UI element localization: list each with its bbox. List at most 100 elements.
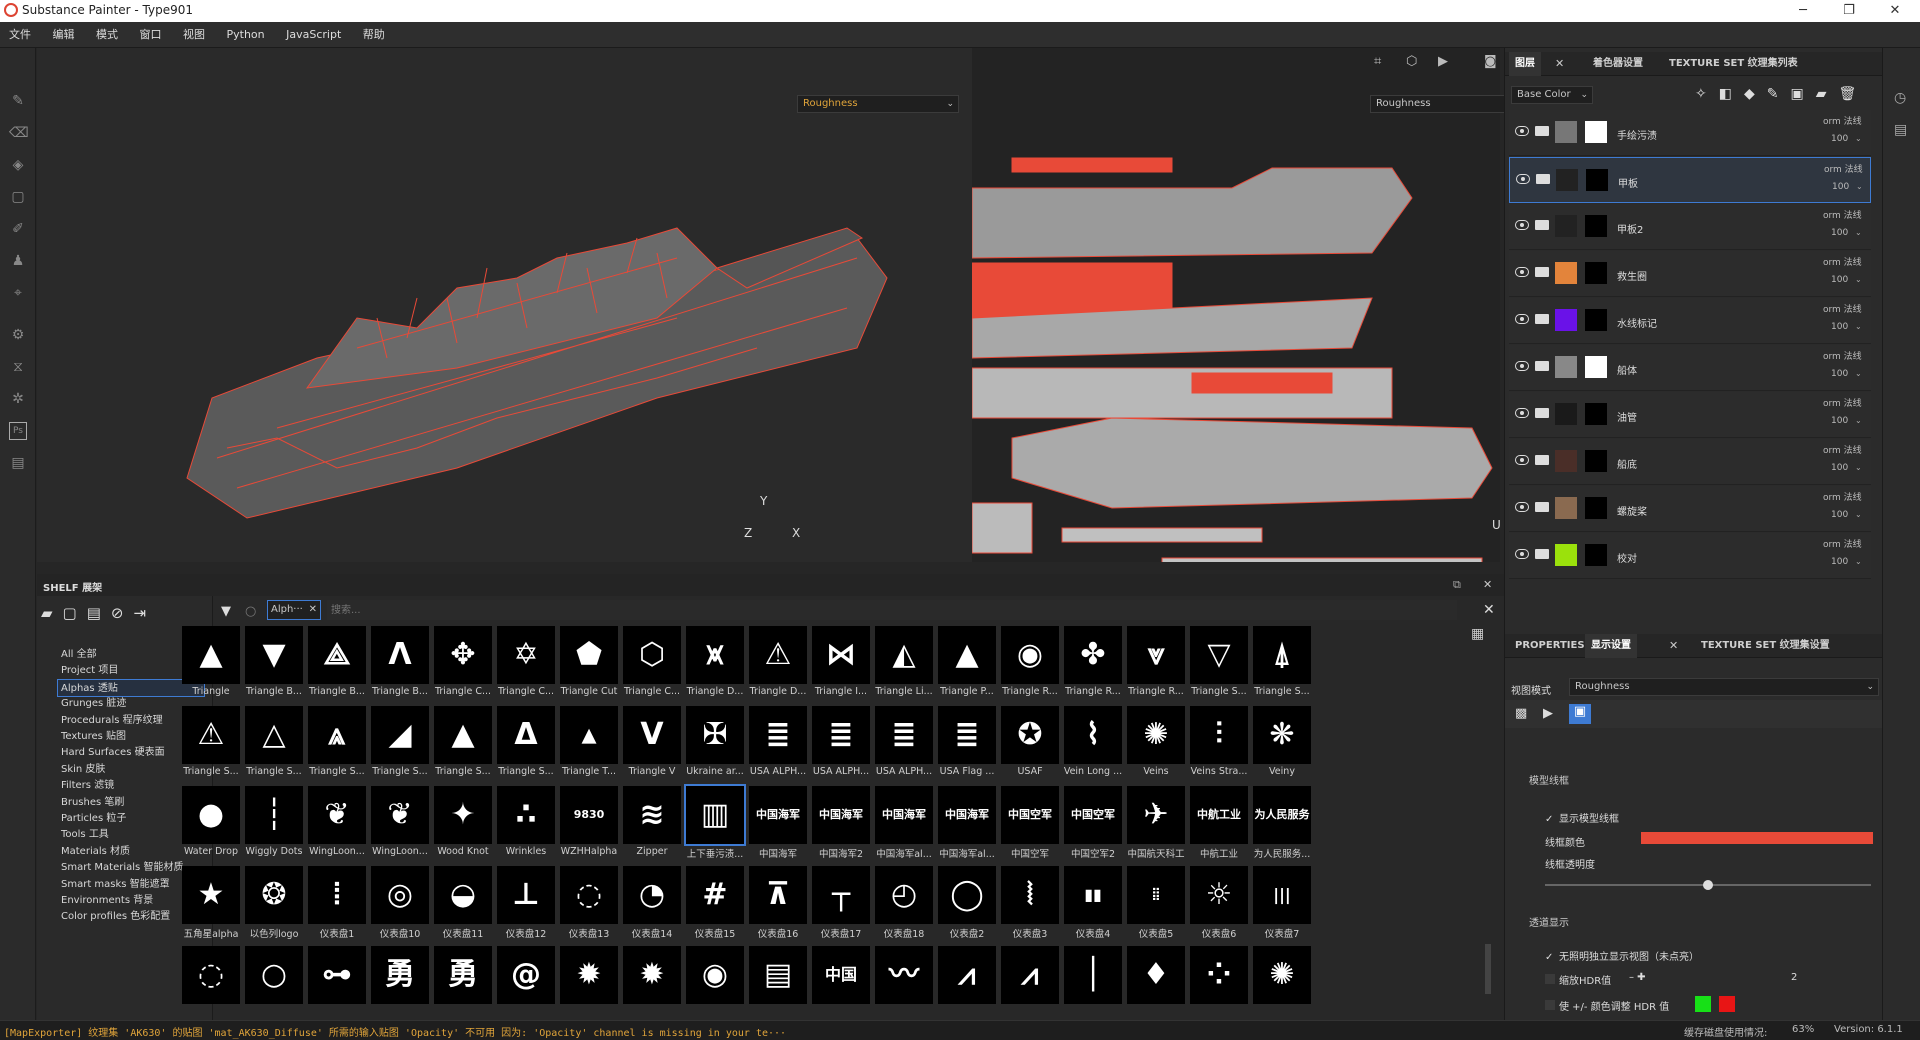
settings-icon[interactable]: ✲ xyxy=(9,390,27,408)
layer-blend-mode[interactable]: orm 法线 xyxy=(1823,537,1862,550)
shelf-resource-tile[interactable]: 中国空军 中国空军2 xyxy=(1063,786,1123,862)
layer-row[interactable]: 水线标记 orm 法线 100 ⌄ xyxy=(1509,298,1871,344)
shelf-resource-tile[interactable]: ● Water Drop xyxy=(181,786,241,862)
layer-opacity[interactable]: 100 xyxy=(1831,557,1848,567)
shelf-resource-tile[interactable]: ✡ Triangle C... xyxy=(496,626,556,702)
chevron-down-icon[interactable]: ⌄ xyxy=(1855,369,1862,378)
shelf-resource-tile[interactable]: ⩔ Triangle R... xyxy=(1126,626,1186,702)
layer-blend-mode[interactable]: orm 法线 xyxy=(1824,162,1863,175)
add-paint-layer-icon[interactable]: ✎ xyxy=(1767,86,1791,102)
polygon-fill-icon[interactable]: ▢ xyxy=(9,188,27,206)
layer-row[interactable]: 船底 orm 法线 100 ⌄ xyxy=(1509,439,1871,485)
shelf-resource-tile[interactable]: ✹ xyxy=(559,946,619,1020)
shelf-resource-tile[interactable]: ◉ Triangle R... xyxy=(1000,626,1060,702)
visibility-eye-icon[interactable] xyxy=(1515,361,1529,371)
layer-mask-thumbnail[interactable] xyxy=(1586,169,1608,191)
unlit-checkbox[interactable]: ✓ 无照明独立显示视图（未点亮） xyxy=(1545,948,1699,963)
layer-thumbnail[interactable] xyxy=(1555,121,1577,143)
close-icon[interactable]: ✕ xyxy=(1555,57,1564,70)
close-icon[interactable]: ✕ xyxy=(1483,578,1492,591)
shelf-resource-tile[interactable]: ⩙ Triangle D... xyxy=(685,626,745,702)
shelf-resource-tile[interactable]: Λ Triangle B... xyxy=(370,626,430,702)
tab-texture-set-list[interactable]: TEXTURE SET 纹理集列表 xyxy=(1663,52,1804,76)
layer-row[interactable]: 校对 orm 法线 100 ⌄ xyxy=(1509,533,1871,579)
layer-opacity[interactable]: 100 xyxy=(1831,228,1848,238)
shelf-resource-tile[interactable]: ⚠ Triangle D... xyxy=(748,626,808,702)
shelf-resource-tile[interactable]: ▲ Triangle P... xyxy=(937,626,997,702)
shelf-resource-tile[interactable]: ✹ xyxy=(622,946,682,1020)
chevron-down-icon[interactable]: ⌄ xyxy=(1855,228,1862,237)
visibility-eye-icon[interactable] xyxy=(1515,549,1529,559)
close-icon[interactable]: ✕ xyxy=(1669,639,1678,652)
shelf-resource-tile[interactable]: ⩘ xyxy=(937,946,997,1020)
viewer-settings-icon[interactable]: ▣ xyxy=(1569,704,1591,724)
menu-file[interactable]: 文件 xyxy=(0,22,40,48)
shelf-resource-tile[interactable]: 中国海军 中国海军2 xyxy=(811,786,871,862)
shelf-resource-tile[interactable]: 中航工业 中航工业 xyxy=(1189,786,1249,862)
shelf-resource-tile[interactable]: 中国 xyxy=(811,946,871,1020)
shelf-resource-tile[interactable]: ❦ WingLoon... xyxy=(307,786,367,862)
menu-mode[interactable]: 模式 xyxy=(87,22,127,48)
visibility-eye-icon[interactable] xyxy=(1516,174,1530,184)
shelf-resource-tile[interactable]: Δ Triangle S... xyxy=(496,706,556,782)
import-icon[interactable]: ⇥ xyxy=(134,604,157,622)
chevron-down-icon[interactable]: ⌄ xyxy=(1855,557,1862,566)
tab-texture-set-settings[interactable]: TEXTURE SET 纹理集设置 xyxy=(1695,634,1836,658)
wire-opacity-slider[interactable] xyxy=(1545,880,1871,890)
environment-icon[interactable]: ▩ xyxy=(1515,706,1527,721)
shelf-resource-tile[interactable]: ▼ Triangle B... xyxy=(244,626,304,702)
visibility-eye-icon[interactable] xyxy=(1515,314,1529,324)
viewport-3d[interactable]: Roughness ⌄ xyxy=(37,48,972,562)
add-fill-layer-icon[interactable]: ◆ xyxy=(1744,86,1767,102)
layer-thumbnail[interactable] xyxy=(1555,497,1577,519)
document-icon[interactable]: ▤ xyxy=(9,454,27,472)
shelf-resource-tile[interactable]: ⦚ 仪表盘3 xyxy=(1000,866,1060,942)
shelf-resource-tile[interactable]: ⦙ 仪表盘1 xyxy=(307,866,367,942)
layer-mask-thumbnail[interactable] xyxy=(1585,309,1607,331)
shelf-resource-tile[interactable]: 中国海军 中国海军al... xyxy=(937,786,997,862)
shelf-resource-tile[interactable]: ✦ Wood Knot xyxy=(433,786,493,862)
shelf-resource-tile[interactable]: ┬ 仪表盘17 xyxy=(811,866,871,942)
circle-toggle-icon[interactable]: ○ xyxy=(245,604,256,619)
chevron-down-icon[interactable]: ⌄ xyxy=(1855,134,1862,143)
eraser-icon[interactable]: ⌫ xyxy=(9,124,29,142)
shelf-resource-tile[interactable]: V Triangle V xyxy=(622,706,682,782)
shelf-resource-tile[interactable]: ⬟ Triangle Cut xyxy=(559,626,619,702)
layer-opacity[interactable]: 100 xyxy=(1832,182,1849,192)
shelf-resource-tile[interactable]: ◎ 仪表盘10 xyxy=(370,866,430,942)
history-icon[interactable]: ◷ xyxy=(1894,90,1906,106)
shelf-resource-tile[interactable]: ⋈ Triangle I... xyxy=(811,626,871,702)
tab-layers[interactable]: 图层 xyxy=(1509,52,1541,76)
layer-mask-thumbnail[interactable] xyxy=(1585,497,1607,519)
shelf-resource-tile[interactable]: @ xyxy=(496,946,556,1020)
shelf-resource-tile[interactable]: ▥ 上下垂污渍... xyxy=(684,784,746,862)
menu-window[interactable]: 窗口 xyxy=(131,22,171,48)
photoshop-icon[interactable]: Ps xyxy=(9,422,27,440)
shelf-resource-tile[interactable]: ✤ Triangle R... xyxy=(1063,626,1123,702)
shelf-resource-tile[interactable]: 中国海军 中国海军 xyxy=(748,786,808,862)
filter-chip[interactable]: Alph··· ✕ xyxy=(267,600,321,620)
shelf-resource-tile[interactable]: ◢ Triangle S... xyxy=(370,706,430,782)
visibility-eye-icon[interactable] xyxy=(1515,126,1529,136)
shelf-resource-tile[interactable]: ▮▮ 仪表盘4 xyxy=(1063,866,1123,942)
shelf-resource-tile[interactable]: ★ 五角星alpha xyxy=(181,866,241,942)
shelf-resource-tile[interactable]: 中国海军 中国海军al... xyxy=(874,786,934,862)
shelf-resource-tile[interactable]: ▽ Triangle S... xyxy=(1189,626,1249,702)
layer-mask-thumbnail[interactable] xyxy=(1585,215,1607,237)
shelf-search-input[interactable] xyxy=(327,600,1457,620)
shelf-resource-tile[interactable]: ✥ Triangle C... xyxy=(433,626,493,702)
shelf-resource-tile[interactable]: ⦙⦙ 仪表盘5 xyxy=(1126,866,1186,942)
layer-blend-mode[interactable]: orm 法线 xyxy=(1823,114,1862,127)
shelf-resource-tile[interactable]: ⁘ xyxy=(1189,946,1249,1020)
smudge-icon[interactable]: ✐ xyxy=(9,220,27,238)
layer-thumbnail[interactable] xyxy=(1555,544,1577,566)
layer-thumbnail[interactable] xyxy=(1556,169,1578,191)
shelf-resource-tile[interactable]: ≋ Zipper xyxy=(622,786,682,862)
shelf-resource-tile[interactable]: △ Triangle S... xyxy=(244,706,304,782)
folder-icon[interactable]: ▰ xyxy=(41,604,63,622)
color-picker-icon[interactable]: ⌖ xyxy=(9,284,27,302)
layer-row[interactable]: 油管 orm 法线 100 ⌄ xyxy=(1509,392,1871,438)
layer-blend-mode[interactable]: orm 法线 xyxy=(1823,396,1862,409)
chevron-down-icon[interactable]: ⌄ xyxy=(1855,275,1862,284)
hdr-minus-color-swatch[interactable] xyxy=(1719,996,1735,1012)
